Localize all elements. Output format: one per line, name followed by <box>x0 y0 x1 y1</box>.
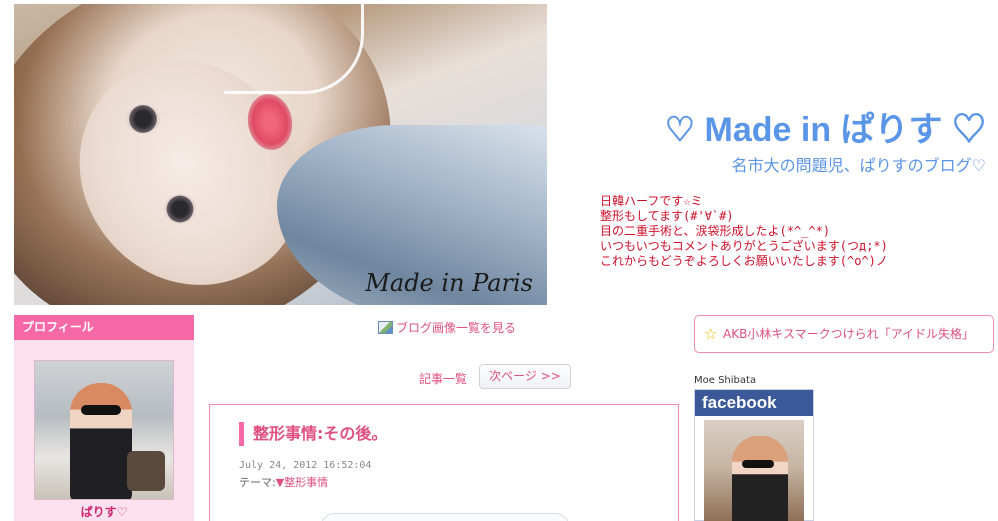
avatar-sunglasses <box>81 405 121 415</box>
facebook-photo[interactable] <box>704 420 804 521</box>
intro-line: 日韓ハーフです☆ミ <box>600 194 703 208</box>
profile-name[interactable]: ぱりす♡ <box>14 503 194 520</box>
header-photo: Made in Paris <box>14 4 547 305</box>
site-title[interactable]: ♡ Made in ぱりす ♡ <box>665 102 986 151</box>
photo-eye <box>126 104 160 134</box>
facebook-photo-person <box>732 436 788 521</box>
intro-line: いつもいつもコメントありがとうございます(つд;*) <box>600 239 888 253</box>
blog-entry: 整形事情:その後。 July 24, 2012 16:52:04 テーマ:▼整形… <box>209 404 679 521</box>
profile-avatar[interactable] <box>34 360 174 500</box>
entry-date: July 24, 2012 16:52:04 <box>239 460 372 471</box>
entry-action-button[interactable] <box>320 513 570 521</box>
entry-title[interactable]: 整形事情:その後。 <box>239 422 387 446</box>
blog-page: Made in Paris ♡ Made in ぱりす ♡ 名市大の問題児、ぱり… <box>0 0 998 521</box>
entry-theme: テーマ:▼整形事情 <box>239 474 328 490</box>
entry-list-link[interactable]: 記事一覧 <box>419 370 467 387</box>
star-icon: ☆ <box>704 325 718 343</box>
avatar-person <box>70 383 132 499</box>
entry-theme-label: テーマ: <box>239 476 276 489</box>
gallery-link-label[interactable]: ブログ画像一覧を見る <box>396 319 516 336</box>
blog-intro: 日韓ハーフです☆ミ 整形もしてます(#'∀`#) 目の二重手術と、涙袋形成したよ… <box>600 194 888 269</box>
site-subtitle: 名市大の問題児、ぱりすのブログ♡ <box>731 156 986 175</box>
facebook-owner-name[interactable]: Moe Shibata <box>694 375 756 386</box>
intro-line: 整形もしてます(#'∀`#) <box>600 209 734 223</box>
facebook-logo: facebook <box>695 390 813 416</box>
intro-line: 目の二重手術と、涙袋形成したよ(*^_^*) <box>600 224 831 238</box>
intro-line: これからもどうぞよろしくお願いいたします(^o^)ノ <box>600 254 888 268</box>
profile-heading: プロフィール <box>14 315 194 340</box>
photo-watermark: Made in Paris <box>365 269 533 297</box>
profile-panel: ぱりす♡ <box>14 340 194 521</box>
avatar-bag <box>127 451 165 491</box>
next-page-button[interactable]: 次ページ >> <box>479 364 571 389</box>
facebook-photo-sunglasses <box>742 460 774 468</box>
news-banner[interactable]: ☆ AKB小林キスマークつけられ「アイドル失格」 <box>694 315 994 353</box>
image-gallery-icon <box>378 321 393 334</box>
gallery-link[interactable]: ブログ画像一覧を見る <box>378 319 516 336</box>
news-banner-label[interactable]: AKB小林キスマークつけられ「アイドル失格」 <box>723 327 974 341</box>
photo-eye <box>164 194 196 224</box>
facebook-widget[interactable]: facebook <box>694 389 814 521</box>
entry-theme-link[interactable]: ▼整形事情 <box>276 476 328 489</box>
